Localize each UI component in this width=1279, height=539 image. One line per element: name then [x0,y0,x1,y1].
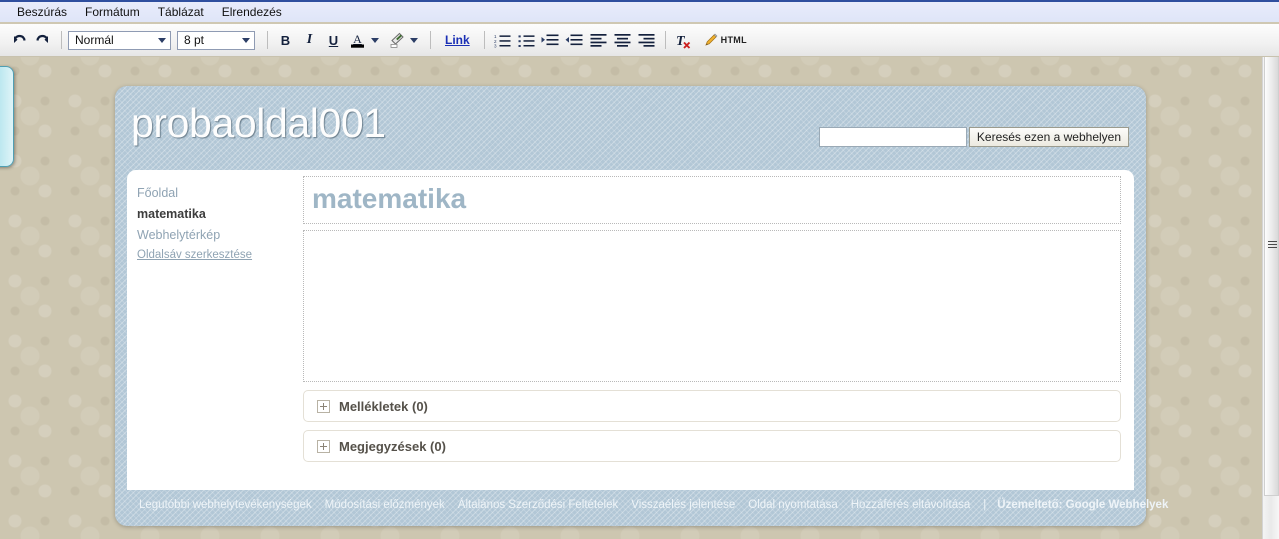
numbered-list-button[interactable]: 1 2 3 [491,29,514,52]
menu-layout[interactable]: Elrendezés [213,3,291,21]
toolbar-separator-5 [664,31,666,49]
indent-decrease-button[interactable] [563,29,586,52]
toolbar-separator-3 [430,31,431,49]
footer-link-revision-history[interactable]: Módosítási előzmények [325,499,445,511]
highlight-color-control[interactable] [385,29,422,52]
align-right-button[interactable] [635,29,658,52]
indent-increase-icon [541,34,559,45]
text-color-icon: A [351,32,364,48]
plus-box-icon[interactable] [317,439,330,453]
sidebar-item-sitemap[interactable]: Webhelytérkép [137,228,303,242]
pencil-icon [704,33,718,46]
align-center-button[interactable] [611,29,634,52]
paragraph-style-select[interactable]: Normál [68,30,171,50]
site-search: Keresés ezen a webhelyen [818,127,1129,147]
site-body-panel: Főoldal matematika Webhelytérkép Oldalsá… [127,170,1134,490]
footer-separator: | [983,499,987,511]
attachments-section[interactable]: Mellékletek (0) [303,390,1121,422]
footer-link-report-abuse[interactable]: Visszaélés jelentése [631,499,735,511]
editor-toolbar: Normál 8 pt B I U A Link 1 2 3 T HTML [0,24,1279,57]
insert-link-button[interactable]: Link [439,31,476,49]
toolbar-separator-1 [61,31,62,49]
align-right-icon [638,34,655,47]
chevron-down-icon[interactable] [410,37,418,43]
page-title: matematika [312,183,467,214]
footer-link-terms[interactable]: Általános Szerződési Feltételek [458,499,618,511]
underline-label: U [328,32,339,48]
plus-box-icon[interactable] [317,399,330,413]
site-title: probaoldal001 [131,100,386,146]
indent-decrease-icon [565,34,583,45]
chevron-down-icon[interactable] [371,37,379,43]
edit-html-button[interactable]: HTML [698,30,753,50]
redo-arrow-icon [35,34,48,43]
redo-button[interactable] [31,29,54,52]
background-window-sliver[interactable] [0,66,14,167]
remove-formatting-button[interactable]: T [672,29,695,52]
chevron-down-icon [242,37,250,43]
menu-format[interactable]: Formátum [76,3,149,21]
bold-button[interactable]: B [274,29,297,52]
attachments-label: Mellékletek (0) [339,398,428,414]
bulleted-list-button[interactable] [515,29,538,52]
indent-increase-button[interactable] [539,29,562,52]
undo-arrow-icon [13,34,26,43]
site-page-container: probaoldal001 Keresés ezen a webhelyen F… [115,86,1168,526]
remove-formatting-icon: T [676,34,691,49]
toolbar-separator-2 [267,31,268,49]
align-left-button[interactable] [587,29,610,52]
footer-link-print-page[interactable]: Oldal nyomtatása [748,499,838,511]
highlighter-icon [390,32,404,48]
footer-powered-by[interactable]: Üzemeltető: Google Webhelyek [997,499,1168,511]
bulleted-list-icon [518,34,535,47]
scrollbar-grip-icon [1268,241,1277,250]
footer-link-remove-access[interactable]: Hozzáférés eltávolítása [851,499,971,511]
footer-link-recent-activity[interactable]: Legutóbbi webhelytevékenységek [139,499,312,511]
comments-label: Megjegyzések (0) [339,438,446,454]
site-footer: Legutóbbi webhelytevékenységek Módosítás… [127,492,1168,518]
page-title-editable-region[interactable]: matematika [303,176,1121,224]
sidebar-item-home[interactable]: Főoldal [137,186,303,200]
site-content-column: matematika Mellékletek (0) Megjegyzések … [303,170,1134,490]
menu-table[interactable]: Táblázat [149,3,213,21]
chevron-down-icon [158,37,166,43]
menubar: Beszúrás Formátum Táblázat Elrendezés [0,0,1279,22]
page-body-editable-region[interactable] [303,230,1121,382]
search-button[interactable]: Keresés ezen a webhelyen [968,127,1129,147]
svg-text:A: A [353,32,362,46]
underline-button[interactable]: U [322,29,345,52]
site-header: probaoldal001 Keresés ezen a webhelyen [115,86,1146,170]
bold-label: B [280,32,291,48]
numbered-list-icon: 1 2 3 [494,34,511,48]
svg-text:3: 3 [494,43,497,47]
font-size-value: 8 pt [184,33,205,47]
sidebar-item-matematika[interactable]: matematika [137,207,303,221]
highlight-button[interactable] [385,29,408,52]
text-color-control[interactable]: A [346,29,383,52]
paragraph-style-value: Normál [75,33,114,47]
menu-insert[interactable]: Beszúrás [8,3,76,21]
align-left-icon [590,34,607,47]
search-input[interactable] [818,127,967,147]
site-sidebar: Főoldal matematika Webhelytérkép Oldalsá… [127,170,303,490]
align-center-icon [614,34,631,47]
edit-html-label: HTML [720,35,747,45]
italic-button[interactable]: I [298,29,321,52]
sidebar-edit-link[interactable]: Oldalsáv szerkesztése [137,249,303,261]
scrollbar-thumb[interactable] [1264,26,1279,496]
text-color-button[interactable]: A [346,29,369,52]
vertical-scrollbar[interactable] [1262,26,1279,539]
toolbar-separator-4 [483,31,485,49]
italic-label: I [306,32,313,47]
font-size-select[interactable]: 8 pt [177,30,255,50]
undo-button[interactable] [7,29,30,52]
comments-section[interactable]: Megjegyzések (0) [303,430,1121,462]
